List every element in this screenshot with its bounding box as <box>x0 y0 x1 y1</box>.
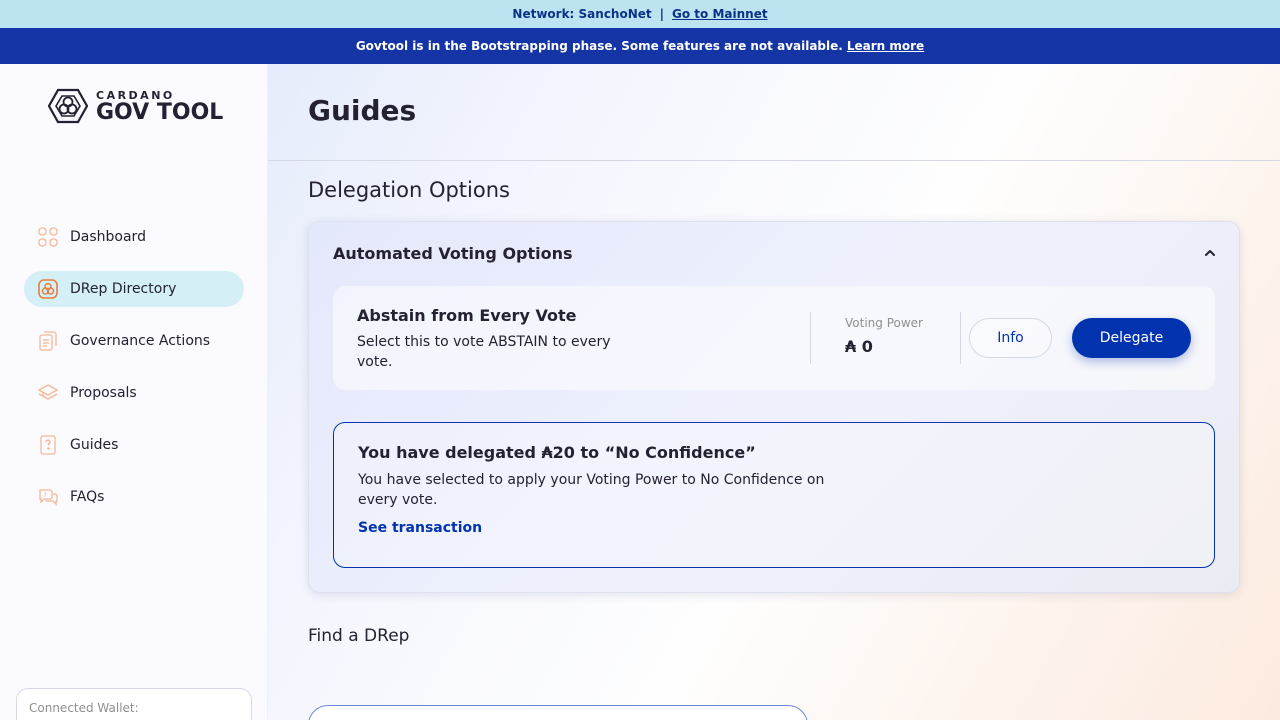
connected-wallet-label: Connected Wallet: <box>29 701 139 715</box>
delegate-button[interactable]: Delegate <box>1072 318 1191 358</box>
governance-actions-icon <box>38 331 58 351</box>
sidebar-nav: Dashboard DRep Directory Governance Acti… <box>24 219 244 531</box>
guides-icon <box>38 435 58 455</box>
option-description: Select this to vote ABSTAIN to every vot… <box>357 334 611 370</box>
accordion-title[interactable]: Automated Voting Options <box>333 244 573 263</box>
go-to-mainnet-link[interactable]: Go to Mainnet <box>672 7 768 21</box>
find-drep-title: Find a DRep <box>308 626 410 646</box>
learn-more-link[interactable]: Learn more <box>847 39 924 53</box>
section-title: Delegation Options <box>308 178 510 202</box>
sidebar-item-label: Governance Actions <box>70 333 211 349</box>
network-separator: | <box>659 7 665 21</box>
chevron-up-icon[interactable] <box>1203 246 1217 260</box>
dashboard-icon <box>38 227 58 247</box>
sidebar-item-governance-actions[interactable]: Governance Actions <box>24 323 244 359</box>
delegated-status-card: You have delegated ₳20 to “No Confidence… <box>333 422 1215 568</box>
option-title: Abstain from Every Vote <box>357 306 577 325</box>
govtool-logo-icon <box>48 88 88 124</box>
sidebar-item-proposals[interactable]: Proposals <box>24 375 244 411</box>
delegated-title: You have delegated ₳20 to “No Confidence… <box>358 443 756 462</box>
proposals-icon <box>38 383 58 403</box>
divider <box>960 312 961 364</box>
drep-directory-icon <box>38 279 58 299</box>
drep-search-input[interactable] <box>308 705 808 720</box>
sidebar-item-drep-directory[interactable]: DRep Directory <box>24 271 244 307</box>
connected-wallet-box[interactable]: Connected Wallet: <box>16 688 252 720</box>
network-label: Network: SanchoNet <box>512 7 652 21</box>
abstain-option-card: Abstain from Every Vote Select this to v… <box>333 286 1215 390</box>
automated-voting-options-accordion: Automated Voting Options Abstain from Ev… <box>308 221 1240 593</box>
logo-text: CARDANO GOV TOOL <box>96 89 223 124</box>
main-content: Guides Delegation Options Automated Voti… <box>268 64 1280 720</box>
sidebar: CARDANO GOV TOOL Dashboard DRep Director… <box>0 64 268 720</box>
divider <box>810 312 811 364</box>
svg-text:?: ? <box>44 492 47 499</box>
sidebar-item-label: Proposals <box>70 385 137 401</box>
voting-power-label: Voting Power <box>845 316 923 330</box>
govtool-logo[interactable]: CARDANO GOV TOOL <box>48 88 223 124</box>
sidebar-item-label: DRep Directory <box>70 281 177 297</box>
sidebar-item-label: Guides <box>70 437 119 453</box>
sidebar-item-faqs[interactable]: ? FAQs <box>24 479 244 515</box>
network-bar: Network: SanchoNet | Go to Mainnet <box>0 0 1280 28</box>
sidebar-item-guides[interactable]: Guides <box>24 427 244 463</box>
banner-text: Govtool is in the Bootstrapping phase. S… <box>355 39 843 53</box>
logo-text-big: GOV TOOL <box>96 99 224 125</box>
delegated-description: You have selected to apply your Voting P… <box>358 472 825 508</box>
sidebar-item-label: FAQs <box>70 489 105 505</box>
page-header: Guides <box>268 64 1280 161</box>
see-transaction-link[interactable]: See transaction <box>358 520 482 536</box>
voting-power-value: ₳ 0 <box>845 337 873 356</box>
bootstrapping-banner: Govtool is in the Bootstrapping phase. S… <box>0 28 1280 64</box>
page-title: Guides <box>308 94 417 127</box>
sidebar-item-dashboard[interactable]: Dashboard <box>24 219 244 255</box>
sidebar-item-label: Dashboard <box>70 229 146 245</box>
faqs-icon: ? <box>38 487 58 507</box>
info-button[interactable]: Info <box>969 318 1052 358</box>
